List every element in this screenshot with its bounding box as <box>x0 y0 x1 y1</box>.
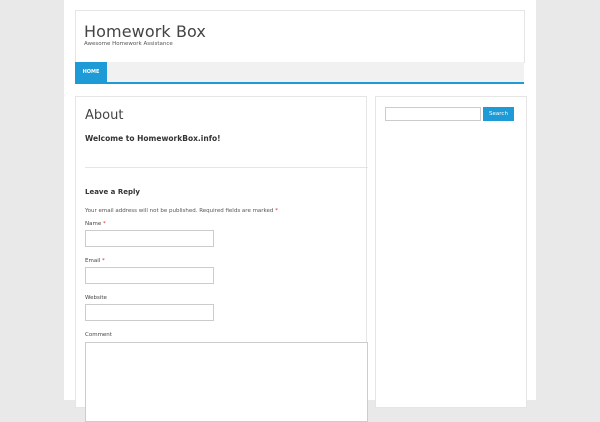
name-label: Name * <box>85 221 106 227</box>
comment-notes-text: Your email address will not be published… <box>85 208 274 214</box>
required-mark: * <box>275 208 278 214</box>
page-title: About <box>85 108 124 123</box>
main-navigation: HOME <box>75 62 524 84</box>
page-wrapper: Homework Box Awesome Homework Assistance… <box>64 0 536 422</box>
comment-label: Comment <box>85 332 112 338</box>
name-label-text: Name <box>85 221 102 227</box>
main-content: About Welcome to HomeworkBox.info! Leave… <box>75 96 368 422</box>
search-button[interactable]: Search <box>483 107 514 121</box>
website-field[interactable] <box>85 304 214 321</box>
email-label-text: Email <box>85 258 101 264</box>
comment-textarea[interactable] <box>85 342 368 422</box>
search-input[interactable] <box>385 107 481 121</box>
required-mark: * <box>102 221 106 227</box>
nav-item-home[interactable]: HOME <box>75 62 107 82</box>
website-label: Website <box>85 295 107 301</box>
comment-notes: Your email address will not be published… <box>85 208 278 214</box>
site-title[interactable]: Homework Box <box>84 22 206 41</box>
site-header: Homework Box Awesome Homework Assistance <box>75 10 525 63</box>
required-mark: * <box>102 258 105 264</box>
entry-content: Welcome to HomeworkBox.info! <box>85 134 221 143</box>
email-field[interactable] <box>85 267 214 284</box>
name-field[interactable] <box>85 230 214 247</box>
site-description: Awesome Homework Assistance <box>84 41 173 47</box>
divider <box>85 167 368 168</box>
email-label: Email * <box>85 258 105 264</box>
sidebar: Search <box>375 96 527 408</box>
reply-title: Leave a Reply <box>85 188 140 196</box>
